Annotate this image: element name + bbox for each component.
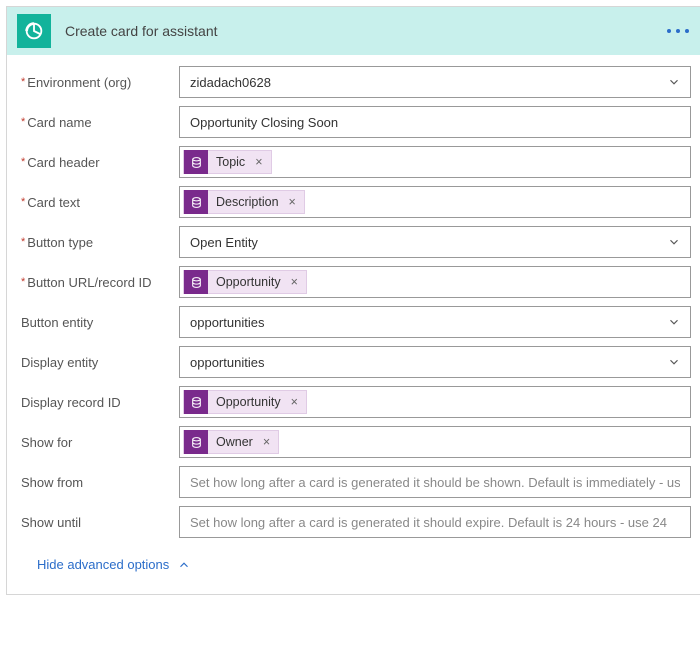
remove-token-button[interactable]: ×	[261, 435, 278, 449]
action-header: Create card for assistant	[7, 7, 700, 55]
action-logo-icon	[17, 14, 51, 48]
field-display-entity: Display entity	[21, 343, 691, 381]
label-button-type: *Button type	[21, 235, 179, 250]
chevron-up-icon	[177, 558, 191, 572]
remove-token-button[interactable]: ×	[253, 155, 270, 169]
display-record-id-input[interactable]: Opportunity ×	[179, 386, 691, 418]
button-url-input[interactable]: Opportunity ×	[179, 266, 691, 298]
label-show-from: Show from	[21, 475, 179, 490]
label-display-record-id: Display record ID	[21, 395, 179, 410]
field-environment: *Environment (org)	[21, 63, 691, 101]
field-card-name: *Card name	[21, 103, 691, 141]
label-card-header: *Card header	[21, 155, 179, 170]
label-show-until: Show until	[21, 515, 179, 530]
show-from-input[interactable]	[179, 466, 691, 498]
remove-token-button[interactable]: ×	[289, 275, 306, 289]
display-entity-select[interactable]	[179, 346, 691, 378]
database-icon	[184, 430, 208, 454]
label-card-text: *Card text	[21, 195, 179, 210]
field-button-type: *Button type	[21, 223, 691, 261]
assistant-card-action: Create card for assistant *Environment (…	[6, 6, 700, 595]
card-text-input[interactable]: Description ×	[179, 186, 691, 218]
label-button-entity: Button entity	[21, 315, 179, 330]
field-button-url: *Button URL/record ID Opportunity ×	[21, 263, 691, 301]
action-title: Create card for assistant	[65, 23, 661, 39]
environment-select[interactable]	[179, 66, 691, 98]
field-card-header: *Card header Topic ×	[21, 143, 691, 181]
field-display-record-id: Display record ID Opportunity ×	[21, 383, 691, 421]
show-until-input[interactable]	[179, 506, 691, 538]
token-description[interactable]: Description ×	[183, 190, 305, 214]
database-icon	[184, 150, 208, 174]
card-header-input[interactable]: Topic ×	[179, 146, 691, 178]
database-icon	[184, 190, 208, 214]
field-card-text: *Card text Description ×	[21, 183, 691, 221]
label-environment: *Environment (org)	[21, 75, 179, 90]
action-body: *Environment (org) *Card name *Card head…	[7, 55, 700, 594]
token-opportunity[interactable]: Opportunity ×	[183, 270, 307, 294]
button-type-select[interactable]	[179, 226, 691, 258]
more-menu-button[interactable]	[661, 23, 695, 39]
token-topic[interactable]: Topic ×	[183, 150, 272, 174]
field-show-for: Show for Owner ×	[21, 423, 691, 461]
token-owner[interactable]: Owner ×	[183, 430, 279, 454]
database-icon	[184, 390, 208, 414]
remove-token-button[interactable]: ×	[289, 395, 306, 409]
label-display-entity: Display entity	[21, 355, 179, 370]
label-card-name: *Card name	[21, 115, 179, 130]
hide-advanced-options-link[interactable]: Hide advanced options	[21, 543, 691, 578]
label-show-for: Show for	[21, 435, 179, 450]
token-opportunity[interactable]: Opportunity ×	[183, 390, 307, 414]
field-show-until: Show until	[21, 503, 691, 541]
card-name-input[interactable]	[179, 106, 691, 138]
show-for-input[interactable]: Owner ×	[179, 426, 691, 458]
button-entity-select[interactable]	[179, 306, 691, 338]
database-icon	[184, 270, 208, 294]
field-button-entity: Button entity	[21, 303, 691, 341]
remove-token-button[interactable]: ×	[287, 195, 304, 209]
field-show-from: Show from	[21, 463, 691, 501]
label-button-url: *Button URL/record ID	[21, 275, 179, 290]
